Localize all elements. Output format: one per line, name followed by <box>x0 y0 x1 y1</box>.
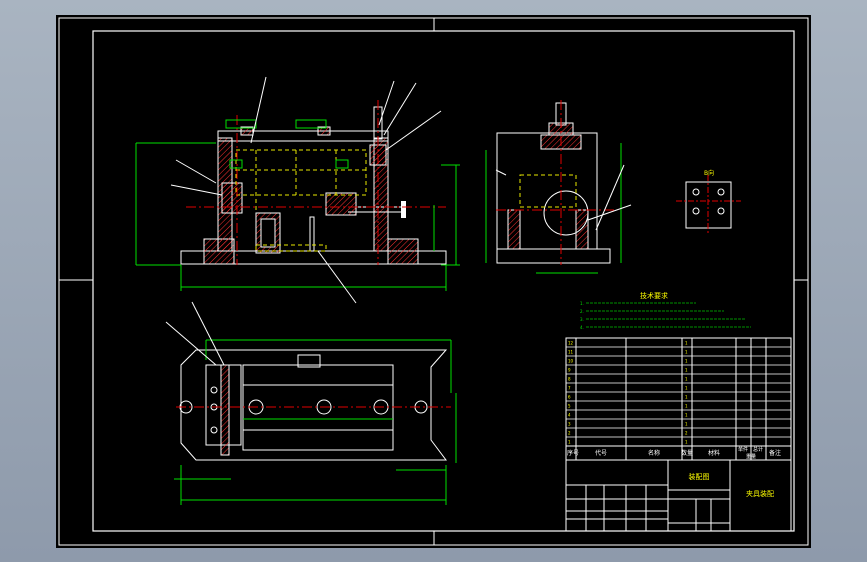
bom-header-unit-weight: 单件 <box>738 446 748 453</box>
bom-qty: 1 <box>685 422 688 427</box>
bom-header-name: 名称 <box>648 449 660 457</box>
bom-header-weight: 重量 <box>746 453 756 460</box>
bom-seq: 2 <box>568 431 571 436</box>
bom-qty: 1 <box>685 377 688 382</box>
bom-qty: 1 <box>685 413 688 418</box>
bom-seq: 10 <box>568 359 574 364</box>
bom-header-material: 材料 <box>708 449 720 457</box>
bom-seq: 12 <box>568 341 574 346</box>
bom-seq: 7 <box>568 386 571 391</box>
outer-border <box>58 17 809 546</box>
bom-qty: 1 <box>685 440 688 445</box>
front-view <box>135 76 460 304</box>
bom-qty: 1 <box>685 368 688 373</box>
cad-viewport: B向 技术要求 1. 2. 3. 4. 12 1 11 1 10 1 9 1 8… <box>0 0 867 562</box>
title-block-drawing-title: 夹具装配 <box>746 489 774 498</box>
bom-header-code: 代号 <box>595 449 607 457</box>
title-block-part-name: 装配图 <box>689 472 710 481</box>
bom-seq: 8 <box>568 377 571 382</box>
bom-header-total-weight: 总计 <box>753 446 763 453</box>
bom-qty: 1 <box>685 341 688 346</box>
bom-seq: 11 <box>568 350 574 355</box>
drawing-canvas: B向 技术要求 1. 2. 3. 4. 12 1 11 1 10 1 9 1 8… <box>58 17 809 546</box>
top-view <box>165 301 457 505</box>
title-block: 装配图 夹具装配 <box>565 459 792 532</box>
parts-list: 12 1 11 1 10 1 9 1 8 1 7 1 6 1 5 1 4 1 3… <box>565 337 792 461</box>
tech-req-item: 2. <box>580 309 584 314</box>
bom-header-seq: 序号 <box>567 449 579 457</box>
bom-qty: 1 <box>685 404 688 409</box>
side-view <box>485 100 632 274</box>
bom-seq: 1 <box>568 440 571 445</box>
bom-seq: 5 <box>568 404 571 409</box>
bom-qty: 2 <box>685 431 688 436</box>
drawing-sheet: B向 技术要求 1. 2. 3. 4. 12 1 11 1 10 1 9 1 8… <box>56 15 811 548</box>
bom-seq: 4 <box>568 413 571 418</box>
bom-seq: 9 <box>568 368 571 373</box>
bom-seq: 3 <box>568 422 571 427</box>
bom-qty: 1 <box>685 350 688 355</box>
bom-row-lines <box>566 346 791 438</box>
bom-qty: 1 <box>685 395 688 400</box>
tech-req-item: 4. <box>580 325 584 330</box>
bom-header-remark: 备注 <box>769 449 781 457</box>
tech-requirements: 技术要求 1. 2. 3. 4. <box>580 291 751 330</box>
bom-header-qty: 数量 <box>681 449 693 457</box>
tech-req-item: 3. <box>580 317 584 322</box>
bom-seq: 6 <box>568 395 571 400</box>
bom-qty: 1 <box>685 386 688 391</box>
bom-qty: 1 <box>685 359 688 364</box>
view-b-label: B向 <box>704 169 714 177</box>
tech-req-item: 1. <box>580 301 584 306</box>
view-b: B向 <box>676 169 741 235</box>
tech-req-title: 技术要求 <box>640 291 668 300</box>
